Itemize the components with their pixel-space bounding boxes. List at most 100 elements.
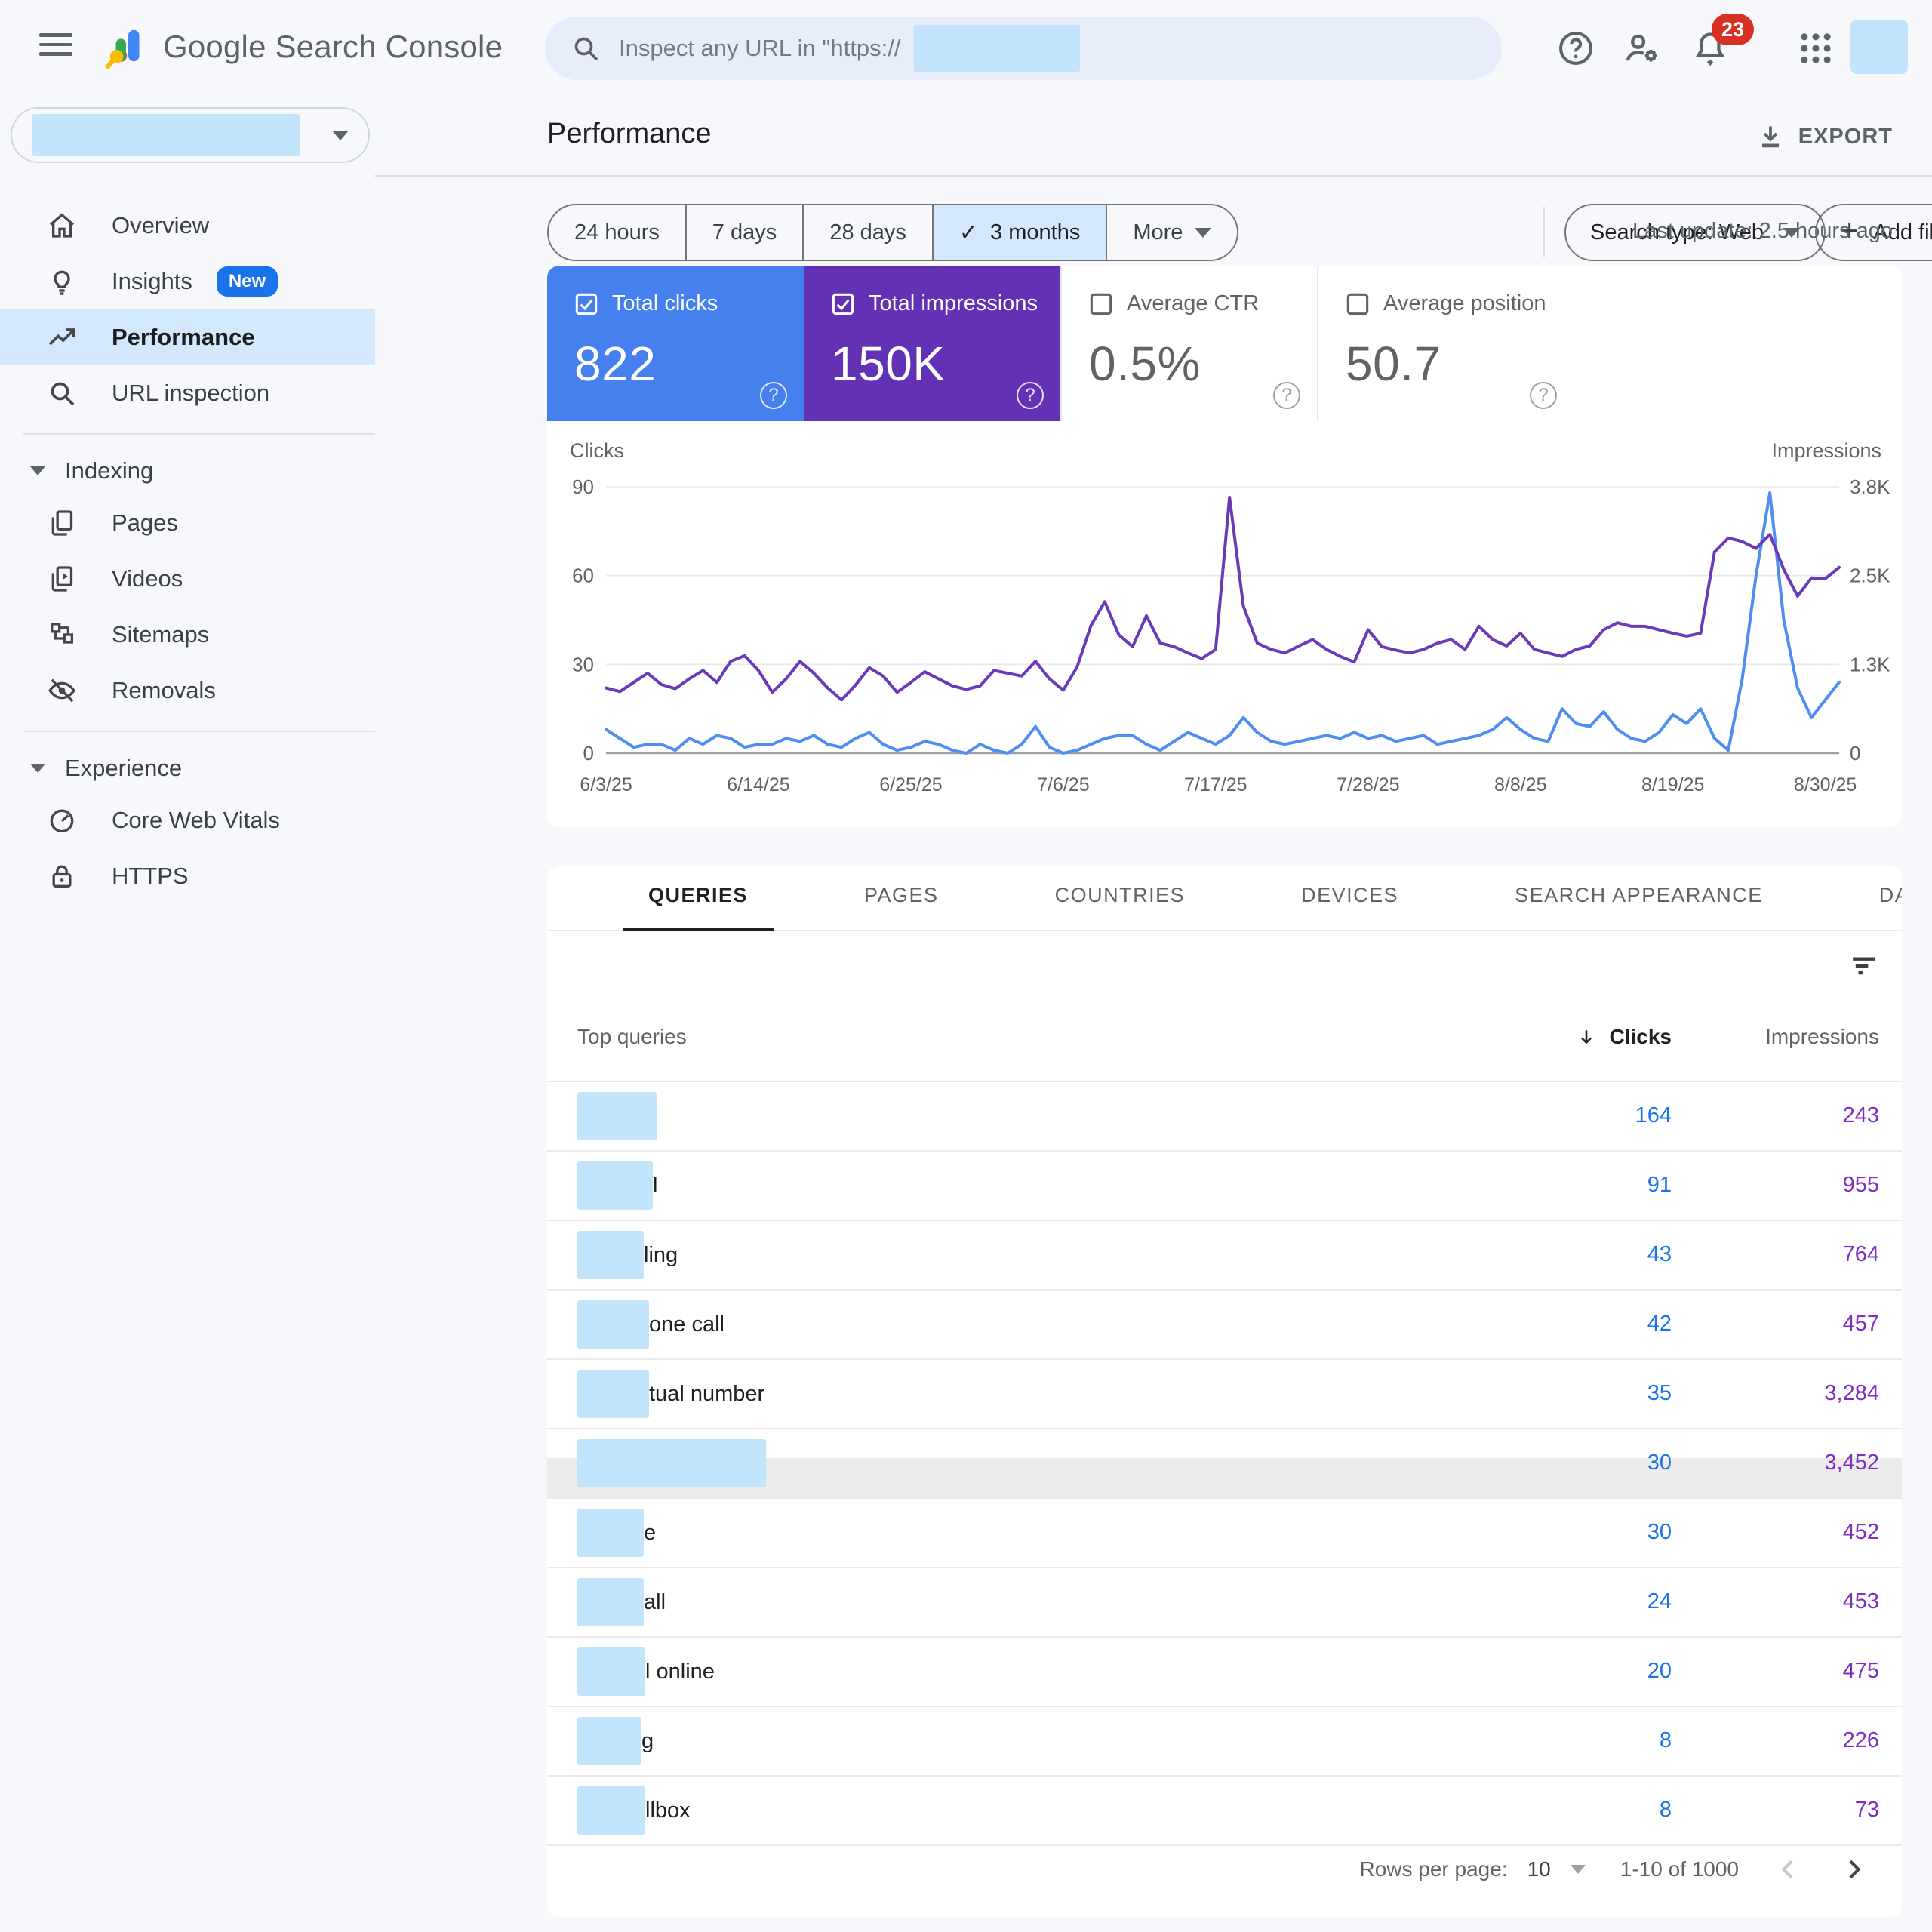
- metric-card-average-ctr[interactable]: Average CTR 0.5% ?: [1060, 266, 1317, 421]
- chevron-down-icon[interactable]: [1570, 1865, 1586, 1874]
- metric-card-total-impressions[interactable]: Total impressions 150K ?: [804, 266, 1060, 421]
- sidebar-item-sitemaps[interactable]: Sitemaps: [0, 607, 375, 663]
- sidebar-item-label: Performance: [112, 324, 255, 350]
- performance-line-chart[interactable]: 0 0 30 1.3K 60 2.5K 90 3.8K Clicks Impressions 6/3…: [547, 421, 1902, 827]
- tab-countries[interactable]: COUNTRIES: [1029, 884, 1211, 930]
- sidebar-section-experience[interactable]: Experience: [0, 744, 375, 792]
- section-label: Experience: [65, 755, 183, 781]
- property-selector[interactable]: [11, 107, 370, 163]
- pagination-bar: Rows per page: 10 1-10 of 1000: [547, 1835, 1902, 1903]
- impressions-value: 243: [1842, 1103, 1879, 1128]
- export-button[interactable]: EXPORT: [1756, 122, 1893, 151]
- table-row[interactable]: e 30 452: [547, 1499, 1902, 1568]
- sidebar-section-indexing[interactable]: Indexing: [0, 447, 375, 495]
- redacted-query: [577, 1092, 657, 1140]
- tab-queries[interactable]: QUERIES: [623, 884, 774, 931]
- impressions-value: 3,452: [1824, 1451, 1879, 1475]
- video-pages-icon: [51, 566, 73, 592]
- range-28-days[interactable]: 28 days: [802, 205, 932, 260]
- svg-text:6/3/25: 6/3/25: [580, 774, 632, 795]
- checkbox-unchecked-icon[interactable]: [1089, 292, 1113, 316]
- tab-search-appearance[interactable]: SEARCH APPEARANCE: [1489, 884, 1789, 930]
- range-more[interactable]: More: [1106, 205, 1237, 260]
- redacted-query: [577, 1231, 644, 1279]
- sidebar-item-label: Sitemaps: [112, 621, 210, 648]
- range-7-days[interactable]: 7 days: [685, 205, 802, 260]
- range-24-hours[interactable]: 24 hours: [549, 205, 685, 260]
- svg-text:8/30/25: 8/30/25: [1794, 774, 1857, 795]
- svg-text:0: 0: [1850, 742, 1860, 764]
- clicks-value: 8: [1659, 1728, 1672, 1752]
- sidebar-item-insights[interactable]: Insights New: [0, 254, 375, 309]
- help-icon[interactable]: ?: [1530, 382, 1557, 409]
- table-row[interactable]: l 91 955: [547, 1152, 1902, 1221]
- table-row[interactable]: tual number 35 3,284: [547, 1360, 1902, 1429]
- checkbox-checked-icon[interactable]: [831, 292, 855, 316]
- table-row[interactable]: one call 42 457: [547, 1291, 1902, 1360]
- impressions-value: 452: [1842, 1520, 1879, 1544]
- user-settings-icon[interactable]: [1623, 29, 1662, 68]
- previous-page-icon[interactable]: [1774, 1854, 1804, 1884]
- google-apps-grid-icon[interactable]: [1796, 29, 1835, 68]
- redacted-query: [577, 1647, 645, 1696]
- sidebar-item-videos[interactable]: Videos: [0, 551, 375, 607]
- query-text: one call: [649, 1312, 724, 1337]
- table-row[interactable]: all 24 453: [547, 1568, 1902, 1638]
- column-impressions[interactable]: Impressions: [1765, 1025, 1879, 1049]
- app-title: Google Search Console: [163, 29, 503, 64]
- help-icon[interactable]: [1556, 29, 1595, 68]
- metric-card-average-position[interactable]: Average position 50.7 ?: [1317, 266, 1574, 421]
- sidebar-item-https[interactable]: HTTPS: [0, 848, 375, 904]
- filter-list-icon[interactable]: [1846, 948, 1879, 981]
- table-row[interactable]: l online 20 475: [547, 1638, 1902, 1707]
- help-icon[interactable]: ?: [1017, 382, 1044, 409]
- tab-devices[interactable]: DEVICES: [1275, 884, 1424, 930]
- query-text: llbox: [645, 1798, 691, 1823]
- sidebar-item-core-web-vitals[interactable]: Core Web Vitals: [0, 792, 375, 848]
- sidebar-item-label: HTTPS: [112, 863, 189, 889]
- table-row[interactable]: 30 3,452: [547, 1429, 1902, 1499]
- chevron-down-icon: [30, 466, 45, 475]
- impressions-value: 764: [1842, 1242, 1879, 1266]
- rows-per-page-select[interactable]: 10: [1527, 1857, 1551, 1881]
- page-title: Performance: [547, 118, 712, 149]
- range-3-months[interactable]: ✓ 3 months: [931, 205, 1106, 260]
- section-label: Indexing: [65, 457, 154, 484]
- sidebar-item-label: Pages: [112, 509, 178, 536]
- table-row[interactable]: g 8 226: [547, 1707, 1902, 1777]
- table-row[interactable]: ling 43 764: [547, 1221, 1902, 1291]
- dimensions-panel: QUERIES PAGES COUNTRIES DEVICES SEARCH A…: [547, 866, 1902, 1917]
- redacted-query: [577, 1578, 644, 1626]
- column-top-queries[interactable]: Top queries: [577, 1025, 687, 1049]
- sidebar-item-overview[interactable]: Overview: [0, 198, 375, 254]
- clicks-value: 35: [1647, 1381, 1672, 1405]
- sidebar-item-removals[interactable]: Removals: [0, 663, 375, 718]
- metric-label: Total impressions: [869, 291, 1038, 315]
- metric-label: Total clicks: [612, 291, 718, 315]
- sidebar-item-url-inspection[interactable]: URL inspection: [0, 365, 375, 421]
- help-icon[interactable]: ?: [760, 382, 787, 409]
- lightbulb-icon: [54, 270, 70, 295]
- svg-text:30: 30: [572, 653, 594, 675]
- metric-card-total-clicks[interactable]: Total clicks 822 ?: [547, 266, 804, 421]
- query-text: g: [641, 1728, 654, 1753]
- help-icon[interactable]: ?: [1273, 382, 1300, 409]
- sidebar-item-performance[interactable]: Performance: [0, 309, 375, 365]
- column-clicks-sorted[interactable]: Clicks: [1577, 1025, 1672, 1049]
- tab-pages[interactable]: PAGES: [838, 884, 964, 930]
- sort-descending-arrow-icon: [1580, 1030, 1592, 1044]
- chevron-down-icon: [30, 764, 45, 773]
- chevron-down-icon: [332, 130, 349, 140]
- checkbox-unchecked-icon[interactable]: [1346, 292, 1370, 316]
- svg-text:6/14/25: 6/14/25: [727, 774, 789, 795]
- checkbox-checked-icon[interactable]: [574, 292, 598, 316]
- impressions-value: 475: [1842, 1659, 1879, 1683]
- menu-icon[interactable]: [39, 33, 72, 60]
- impressions-value: 457: [1842, 1312, 1879, 1336]
- table-row[interactable]: 164 243: [547, 1082, 1902, 1152]
- account-avatar[interactable]: [1850, 20, 1908, 74]
- url-inspect-search-input[interactable]: Inspect any URL in "https://: [545, 17, 1502, 80]
- sidebar-item-pages[interactable]: Pages: [0, 495, 375, 551]
- tab-dates[interactable]: DATES: [1854, 884, 1902, 930]
- next-page-icon[interactable]: [1838, 1854, 1869, 1884]
